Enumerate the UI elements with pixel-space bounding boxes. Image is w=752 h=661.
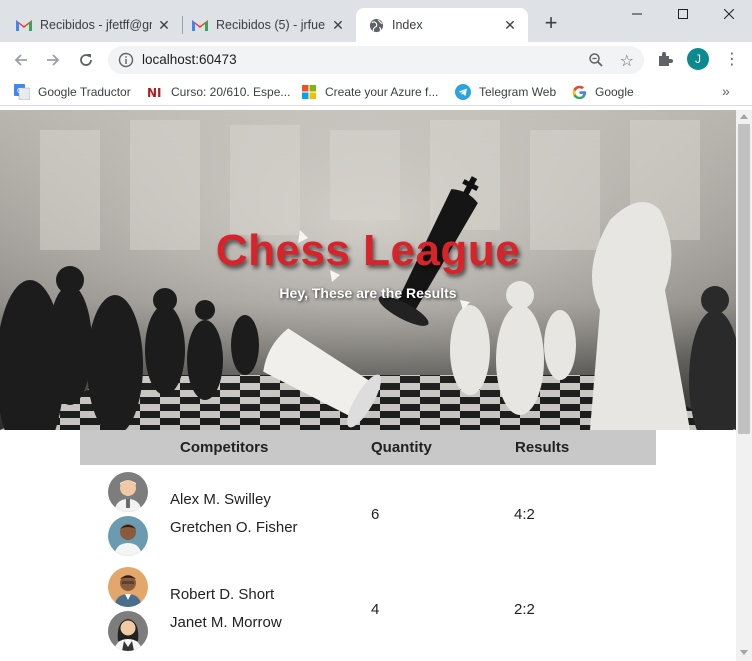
avatar (108, 516, 148, 556)
scrollbar-thumb[interactable] (738, 124, 750, 434)
svg-text:NI: NI (147, 86, 162, 99)
globe-icon (368, 17, 384, 33)
window-close-icon[interactable] (706, 0, 752, 28)
close-icon[interactable]: ✕ (330, 17, 346, 33)
ni-icon: NI (147, 84, 163, 100)
tab-title: Recibidos (5) - jrfuen (216, 18, 326, 32)
browser-chrome: Recibidos - jfetff@gm ✕ Recibidos (5) - … (0, 0, 752, 110)
bookmark-label: Telegram Web (479, 85, 557, 99)
menu-kebab-icon[interactable]: ⋮ (724, 50, 740, 70)
tab-gmail-2[interactable]: Recibidos (5) - jrfuen ✕ (176, 8, 356, 42)
bookmark-label: Create your Azure f... (325, 85, 439, 99)
tab-title: Index (392, 18, 423, 32)
extensions-puzzle-icon[interactable] (656, 50, 676, 70)
microsoft-icon (301, 84, 317, 100)
google-icon (571, 84, 587, 100)
hero-banner: Chess League Hey, These are the Results (0, 110, 736, 430)
forward-icon[interactable] (41, 48, 65, 72)
tab-index[interactable]: Index ✕ (356, 8, 528, 42)
browser-toolbar: localhost:60473 ☆ J ⋮ (0, 42, 752, 78)
reload-icon[interactable] (74, 48, 98, 72)
avatar (108, 567, 148, 607)
scroll-down-icon[interactable] (740, 650, 748, 655)
bookmarks-overflow-button[interactable]: » (722, 83, 730, 99)
back-icon[interactable] (9, 48, 33, 72)
gmail-icon (192, 17, 208, 33)
quantity-value: 6 (371, 506, 380, 523)
url-text: localhost:60473 (142, 52, 237, 67)
maximize-icon[interactable] (660, 0, 706, 28)
close-icon[interactable]: ✕ (502, 17, 518, 33)
bookmark-google-translate[interactable]: G Google Traductor (14, 82, 131, 102)
profile-avatar[interactable]: J (687, 48, 709, 70)
results-table: Competitors Quantity Results Alex M. Swi… (80, 430, 656, 655)
page-title: Chess League (215, 226, 521, 275)
avatar (108, 472, 148, 512)
header-quantity: Quantity (371, 439, 432, 456)
avatar (108, 611, 148, 651)
bookmark-azure[interactable]: Create your Azure f... (301, 82, 438, 102)
tab-bar: Recibidos - jfetff@gm ✕ Recibidos (5) - … (0, 0, 752, 42)
telegram-icon (455, 84, 471, 100)
vertical-scrollbar[interactable] (736, 110, 752, 661)
page-viewport: Chess League Hey, These are the Results … (0, 110, 752, 661)
tab-gmail-1[interactable]: Recibidos - jfetff@gm ✕ (0, 8, 182, 42)
bookmark-google[interactable]: Google (571, 82, 634, 102)
bookmark-label: Google (595, 85, 634, 99)
bookmark-label: Google Traductor (38, 85, 131, 99)
bookmark-curso[interactable]: NI Curso: 20/610. Espe... (147, 82, 290, 102)
scroll-up-icon[interactable] (740, 114, 748, 119)
bookmark-label: Curso: 20/610. Espe... (171, 85, 291, 99)
header-competitors: Competitors (180, 439, 269, 456)
quantity-value: 4 (371, 601, 380, 618)
page-subtitle: Hey, These are the Results (279, 285, 457, 301)
bookmarks-bar: G Google Traductor NI Curso: 20/610. Esp… (0, 78, 752, 106)
tab-title: Recibidos - jfetff@gm (40, 18, 152, 32)
zoom-icon[interactable] (588, 52, 604, 73)
table-row: Alex M. Swilley Gretchen O. Fisher 6 4:2 (80, 465, 656, 560)
result-value: 4:2 (514, 506, 535, 523)
new-tab-button[interactable]: + (540, 12, 562, 34)
header-results: Results (515, 439, 570, 456)
svg-text:G: G (17, 87, 22, 95)
minimize-icon[interactable] (614, 0, 660, 28)
result-value: 2:2 (514, 601, 535, 618)
google-translate-icon: G (14, 84, 30, 100)
competitor-name: Gretchen O. Fisher (170, 519, 298, 536)
competitor-name: Robert D. Short (170, 586, 275, 603)
close-icon[interactable]: ✕ (156, 17, 172, 33)
competitor-name: Janet M. Morrow (170, 614, 282, 631)
bookmark-telegram[interactable]: Telegram Web (455, 82, 556, 102)
site-info-icon[interactable] (118, 52, 134, 68)
gmail-icon (16, 17, 32, 33)
address-bar[interactable]: localhost:60473 ☆ (108, 46, 644, 74)
table-header: Competitors Quantity Results (80, 430, 656, 465)
table-row: Robert D. Short Janet M. Morrow 4 2:2 (80, 560, 656, 655)
competitor-name: Alex M. Swilley (170, 491, 271, 508)
bookmark-star-icon[interactable]: ☆ (620, 51, 634, 71)
